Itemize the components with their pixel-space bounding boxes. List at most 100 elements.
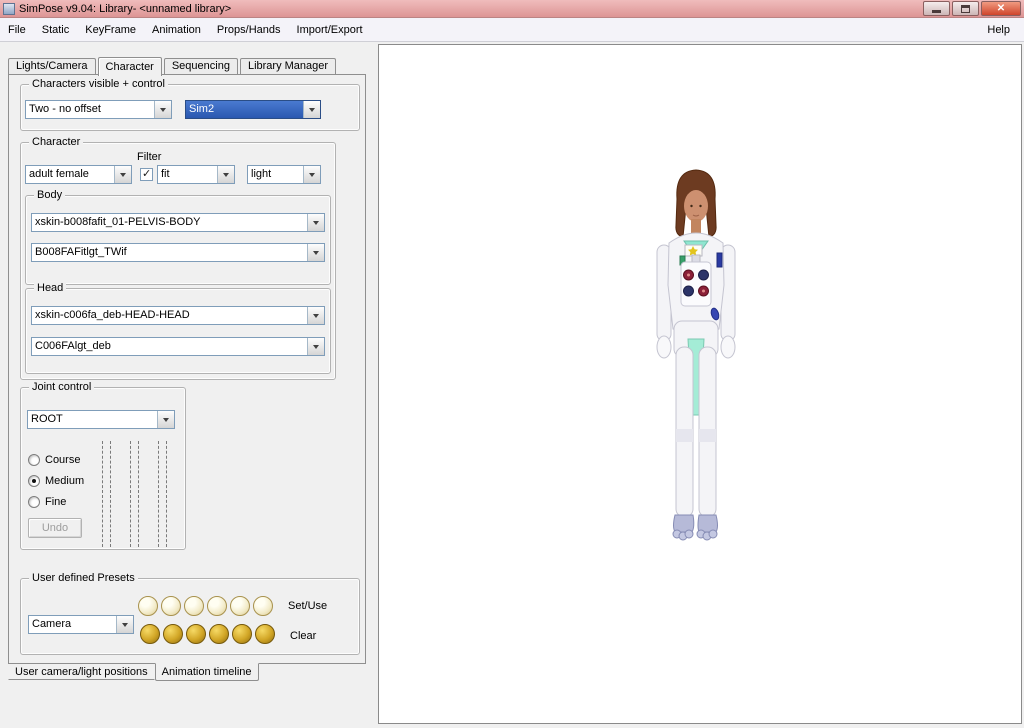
joint-slider-z[interactable] (158, 441, 167, 547)
chevron-down-icon[interactable] (217, 166, 234, 183)
preset-clear-button[interactable] (140, 624, 160, 644)
fit-dropdown[interactable]: fit (157, 165, 235, 184)
tab-lights-camera[interactable]: Lights/Camera (8, 58, 96, 74)
skin-tone-dropdown[interactable]: light (247, 165, 321, 184)
undo-button[interactable]: Undo (28, 518, 82, 538)
render-viewport[interactable] (378, 44, 1022, 724)
character-count-dropdown[interactable]: Two - no offset (25, 100, 172, 119)
character-face (684, 190, 708, 233)
radio-course-circle[interactable] (28, 454, 40, 466)
chevron-down-icon[interactable] (307, 244, 324, 261)
window-controls: ✕ (921, 1, 1024, 16)
body-texture-value: B008FAFitlgt_TWif (32, 244, 307, 261)
tab-user-camera-light-positions[interactable]: User camera/light positions (8, 664, 155, 680)
active-sim-value: Sim2 (186, 101, 303, 118)
titlebar[interactable]: SimPose v9.04: Library- <unnamed library… (0, 0, 1024, 18)
radio-course[interactable]: Course (28, 454, 80, 466)
chevron-down-icon[interactable] (307, 338, 324, 355)
close-icon: ✕ (997, 3, 1005, 14)
app-icon (3, 3, 15, 15)
tab-character[interactable]: Character (98, 57, 162, 76)
chevron-down-icon[interactable] (157, 411, 174, 428)
preset-target-dropdown[interactable]: Camera (28, 615, 134, 634)
characters-visible-legend: Characters visible + control (29, 78, 168, 91)
maximize-icon (961, 5, 970, 13)
minimize-icon (932, 10, 941, 13)
character-type-dropdown[interactable]: adult female (25, 165, 132, 184)
chevron-down-icon[interactable] (303, 101, 320, 118)
preset-clear-row (140, 624, 278, 644)
side-tabstrip: Lights/Camera Character Sequencing Libra… (8, 56, 338, 75)
menu-props-hands[interactable]: Props/Hands (209, 21, 289, 39)
joint-control-legend: Joint control (29, 381, 94, 394)
preset-slot-button[interactable] (253, 596, 273, 616)
head-texture-value: C006FAlgt_deb (32, 338, 307, 355)
radio-course-label: Course (45, 454, 80, 466)
tab-library-manager[interactable]: Library Manager (240, 58, 336, 74)
chevron-down-icon[interactable] (307, 307, 324, 324)
preset-slot-button[interactable] (207, 596, 227, 616)
chevron-down-icon[interactable] (303, 166, 320, 183)
menu-keyframe[interactable]: KeyFrame (77, 21, 144, 39)
active-sim-dropdown[interactable]: Sim2 (185, 100, 321, 119)
character-count-value: Two - no offset (26, 101, 154, 118)
tab-sequencing[interactable]: Sequencing (164, 58, 238, 74)
maximize-button[interactable] (952, 1, 979, 16)
head-group: Head (25, 288, 331, 374)
presets-legend: User defined Presets (29, 572, 138, 585)
preset-slot-button[interactable] (184, 596, 204, 616)
preset-clear-button[interactable] (186, 624, 206, 644)
preset-clear-button[interactable] (209, 624, 229, 644)
joint-slider-x[interactable] (102, 441, 111, 547)
minimize-button[interactable] (923, 1, 950, 16)
head-legend: Head (34, 282, 66, 295)
joint-slider-y[interactable] (130, 441, 139, 547)
preset-slot-button[interactable] (230, 596, 250, 616)
body-mesh-value: xskin-b008fafit_01-PELVIS-BODY (32, 214, 307, 231)
head-mesh-value: xskin-c006fa_deb-HEAD-HEAD (32, 307, 307, 324)
preset-slot-button[interactable] (161, 596, 181, 616)
body-mesh-dropdown[interactable]: xskin-b008fafit_01-PELVIS-BODY (31, 213, 325, 232)
preset-target-value: Camera (29, 616, 116, 633)
menu-static[interactable]: Static (34, 21, 78, 39)
chevron-down-icon[interactable] (154, 101, 171, 118)
radio-medium[interactable]: Medium (28, 475, 84, 487)
fit-value: fit (158, 166, 217, 183)
head-mesh-dropdown[interactable]: xskin-c006fa_deb-HEAD-HEAD (31, 306, 325, 325)
body-texture-dropdown[interactable]: B008FAFitlgt_TWif (31, 243, 325, 262)
head-texture-dropdown[interactable]: C006FAlgt_deb (31, 337, 325, 356)
body-group: Body (25, 195, 331, 285)
preset-set-row (138, 596, 276, 616)
radio-fine-label: Fine (45, 496, 66, 508)
menu-import-export[interactable]: Import/Export (289, 21, 371, 39)
tab-animation-timeline[interactable]: Animation timeline (155, 663, 259, 681)
character-boots (673, 515, 718, 540)
joint-value: ROOT (28, 411, 157, 428)
clear-label: Clear (290, 630, 316, 642)
joint-dropdown[interactable]: ROOT (27, 410, 175, 429)
menu-help[interactable]: Help (979, 21, 1024, 39)
menu-file[interactable]: File (0, 21, 34, 39)
preset-clear-button[interactable] (232, 624, 252, 644)
set-use-label: Set/Use (288, 600, 327, 612)
menu-animation[interactable]: Animation (144, 21, 209, 39)
window-title: SimPose v9.04: Library- <unnamed library… (19, 3, 231, 15)
character-type-value: adult female (26, 166, 114, 183)
radio-fine-circle[interactable] (28, 496, 40, 508)
left-panel: Lights/Camera Character Sequencing Libra… (0, 42, 378, 728)
close-button[interactable]: ✕ (981, 1, 1021, 16)
chevron-down-icon[interactable] (307, 214, 324, 231)
preset-clear-button[interactable] (163, 624, 183, 644)
character-render (631, 163, 761, 543)
radio-medium-circle[interactable] (28, 475, 40, 487)
preset-slot-button[interactable] (138, 596, 158, 616)
chevron-down-icon[interactable] (114, 166, 131, 183)
character-legend: Character (29, 136, 83, 149)
filter-checkbox[interactable] (140, 168, 153, 181)
chevron-down-icon[interactable] (116, 616, 133, 633)
bottom-tabstrip: User camera/light positions Animation ti… (8, 664, 259, 681)
radio-fine[interactable]: Fine (28, 496, 66, 508)
skin-tone-value: light (248, 166, 303, 183)
preset-clear-button[interactable] (255, 624, 275, 644)
radio-medium-label: Medium (45, 475, 84, 487)
